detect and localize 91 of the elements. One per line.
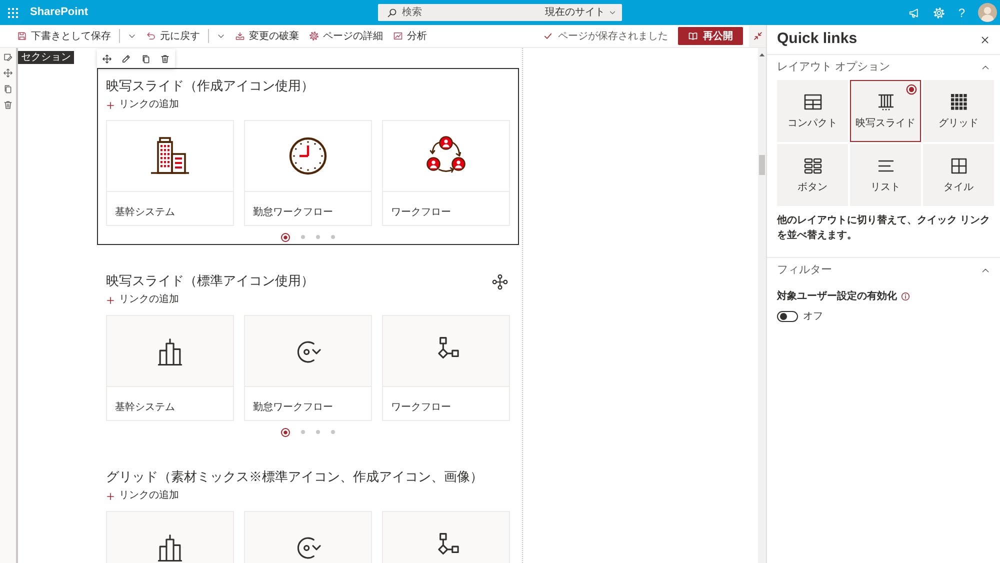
chevron-down-icon — [609, 9, 616, 16]
book-icon — [688, 31, 698, 41]
quick-link-card[interactable]: ワークフロー — [382, 315, 510, 421]
trash-icon[interactable] — [160, 54, 170, 64]
film-strip-icon — [876, 92, 896, 112]
layout-option[interactable]: グリッド — [923, 80, 994, 142]
selected-radio-icon — [906, 84, 917, 95]
settings-icon[interactable] — [933, 6, 946, 18]
move-icon[interactable] — [102, 54, 112, 64]
quick-link-card[interactable] — [106, 511, 234, 563]
search-field[interactable]: 検索 現在のサイト — [378, 4, 622, 21]
webpart-title: グリッド（素材ミックス※標準アイコン、作成アイコン、画像） — [106, 468, 483, 486]
quick-link-card[interactable]: 勤怠ワークフロー — [244, 120, 372, 226]
waffle-menu-icon[interactable] — [8, 8, 18, 18]
copy-icon[interactable] — [140, 54, 151, 64]
add-link-button[interactable]: リンクの追加 — [106, 293, 179, 307]
link-title: ワークフロー — [391, 402, 451, 413]
layout-option[interactable]: タイル — [923, 144, 994, 206]
group-title: フィルター — [777, 262, 832, 278]
trash-icon[interactable] — [3, 100, 13, 110]
pencil-icon[interactable] — [121, 54, 132, 64]
undo-arrow-icon — [146, 31, 156, 41]
pager-dot[interactable] — [301, 430, 305, 434]
page-pencil-icon[interactable] — [3, 52, 13, 62]
link-title: 勤怠ワークフロー — [253, 207, 333, 218]
check-icon — [543, 31, 553, 41]
quick-link-card[interactable]: 勤怠ワークフロー — [244, 315, 372, 421]
info-icon[interactable] — [901, 292, 910, 301]
add-link-button[interactable]: リンクの追加 — [106, 98, 179, 112]
drag-handle-icon[interactable] — [492, 274, 508, 290]
move-icon[interactable] — [3, 68, 13, 78]
link-title: 勤怠ワークフロー — [253, 402, 333, 413]
plus-icon — [106, 492, 115, 500]
collapse-arrows-icon — [752, 31, 762, 41]
quick-link-card[interactable]: ワークフロー — [382, 120, 510, 226]
grid-icon — [948, 92, 968, 112]
layout-description: 他のレイアウトに切り替えて、クイック リンクを並べ替えます。 — [777, 214, 991, 243]
chevron-down-icon[interactable] — [128, 32, 136, 40]
plus-icon — [106, 100, 115, 110]
table-layout-icon — [802, 92, 822, 112]
plus-icon — [106, 296, 115, 304]
close-icon[interactable] — [980, 34, 990, 44]
section-label: セクション — [18, 51, 74, 64]
webpart-title: 映写スライド（作成アイコン使用） — [106, 77, 314, 95]
scrollbar-thumb[interactable] — [759, 155, 765, 175]
scroll-up-icon[interactable] — [759, 52, 765, 57]
button-rows-icon — [802, 156, 822, 176]
pager-dot[interactable] — [316, 235, 320, 239]
office-buildings-icon — [149, 136, 191, 176]
add-link-button[interactable]: リンクの追加 — [106, 489, 179, 503]
page-details-button[interactable]: ページの詳細 — [304, 25, 388, 47]
group-title: レイアウト オプション — [777, 60, 890, 75]
search-scope-dropdown[interactable]: 現在のサイト — [545, 5, 616, 20]
link-title: ワークフロー — [391, 207, 451, 218]
tray-icon — [235, 31, 245, 41]
pager-dot[interactable] — [316, 430, 320, 434]
analytics-button[interactable]: 分析 — [388, 25, 432, 47]
search-icon — [387, 8, 397, 18]
setting-label: 対象ユーザー設定の有効化 — [777, 289, 897, 304]
layout-option[interactable]: 映写スライド — [850, 80, 921, 142]
gear-icon — [309, 31, 319, 41]
republish-button[interactable]: 再公開 — [678, 27, 743, 45]
collapse-button[interactable] — [749, 25, 766, 47]
chart-icon — [393, 31, 403, 41]
chevron-down-icon[interactable] — [217, 32, 225, 40]
panel-title: Quick links — [777, 29, 858, 50]
pager-dot[interactable] — [301, 235, 305, 239]
save-draft-button[interactable]: 下書きとして保存 — [12, 25, 116, 47]
pager-dot[interactable] — [281, 428, 290, 436]
quick-link-card[interactable]: 基幹システム — [106, 315, 234, 421]
link-title: 基幹システム — [115, 402, 175, 413]
toggle-switch[interactable] — [777, 311, 798, 322]
selected-webpart-frame[interactable]: 映写スライド（作成アイコン使用） リンクの追加 基幹システム 勤怠ワークフロー ワークフロー — [97, 68, 519, 245]
undo-button[interactable]: 元に戻す — [141, 25, 205, 47]
pager-dot[interactable] — [331, 235, 335, 239]
link-title: 基幹システム — [115, 207, 175, 218]
layout-option[interactable]: コンパクト — [777, 80, 848, 142]
layout-option[interactable]: リスト — [850, 144, 921, 206]
app-name: SharePoint — [30, 5, 88, 20]
discard-changes-button[interactable]: 変更の破棄 — [230, 25, 304, 47]
quick-link-card[interactable]: 基幹システム — [106, 120, 234, 226]
save-status: ページが保存されました — [558, 30, 668, 44]
megaphone-icon[interactable] — [908, 6, 920, 18]
layout-option[interactable]: ボタン — [777, 144, 848, 206]
pager-dot[interactable] — [331, 430, 335, 434]
toggle-label: オフ — [803, 310, 823, 324]
pager-dot[interactable] — [281, 232, 290, 242]
webpart-title: 映写スライド（標準アイコン使用） — [106, 272, 314, 290]
tile-grid-icon — [948, 156, 968, 176]
clock-icon — [287, 136, 329, 176]
copy-icon[interactable] — [3, 84, 13, 94]
